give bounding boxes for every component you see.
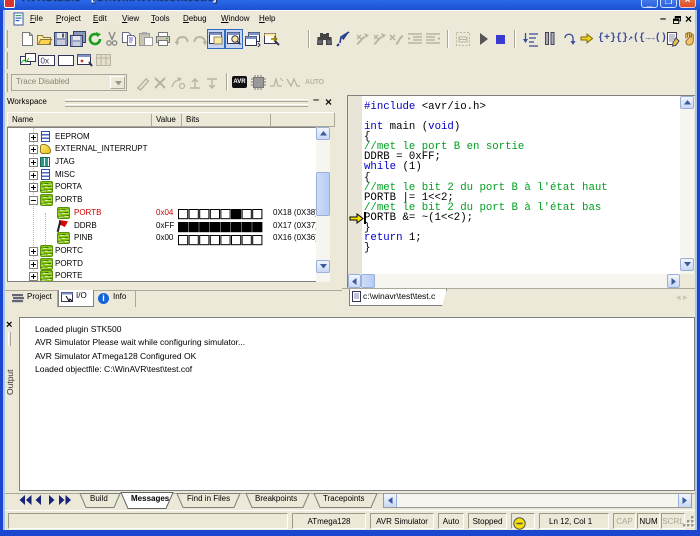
svg-text:0x: 0x [41, 57, 49, 66]
